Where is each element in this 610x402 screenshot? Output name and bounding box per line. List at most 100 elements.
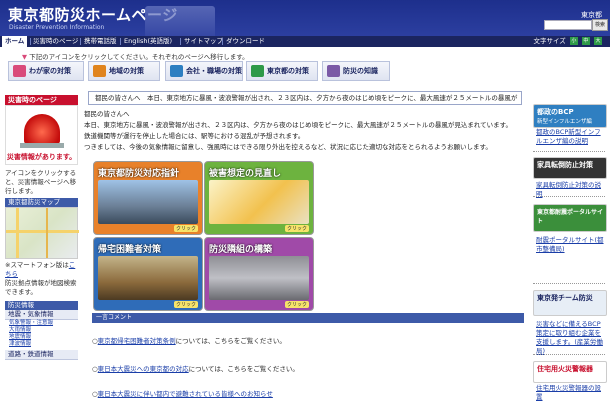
banner-fire-alarm[interactable]: 住宅用火災警報器 xyxy=(533,361,607,383)
font-large-button[interactable]: 大 xyxy=(594,37,602,45)
banner-title: 家具転倒防止対策 xyxy=(537,161,593,169)
search-button[interactable]: 検索 xyxy=(592,19,608,31)
font-medium-button[interactable]: 中 xyxy=(581,37,590,45)
community-icon xyxy=(93,65,106,77)
pointer-icon: ▼ xyxy=(22,53,27,61)
banner-bcp[interactable]: 都政のBCP 新型インフルエンザ編 xyxy=(533,104,607,128)
siren-base xyxy=(20,143,64,148)
font-size-control: 文字サイズ 小 中 大 xyxy=(533,36,602,47)
menu-link[interactable]: 津波情報 xyxy=(5,341,78,348)
nav-home[interactable]: ホーム xyxy=(2,36,28,47)
nav-divider xyxy=(120,38,121,45)
alarm-description: アイコンをクリックすると、災害情報ページへ移行します。 xyxy=(5,169,77,195)
right-divider xyxy=(533,196,605,198)
tile-title: 被害想定の見直し xyxy=(209,169,282,179)
nav-disaster[interactable]: 災害時のページ xyxy=(33,36,78,47)
nav-divider xyxy=(30,38,31,45)
right-divider xyxy=(533,354,605,356)
tab-tokyo-measures[interactable]: 東京都の対策 xyxy=(246,61,318,81)
banner-fire-link[interactable]: 住宅用火災警報器の設置 xyxy=(536,384,606,402)
disaster-map-thumbnail[interactable] xyxy=(5,207,79,259)
tab-office-measures[interactable]: 会社・職場の対策 xyxy=(165,61,243,81)
intro-text: ▼ 下記のアイコンをクリックしてください。それぞれのページへ移行します。 xyxy=(22,53,249,61)
banner-title: 東京都耐震ポータルサイト xyxy=(537,209,604,225)
banner-title: 東京発チーム防災 xyxy=(537,294,593,302)
font-size-label: 文字サイズ xyxy=(533,37,566,45)
comment-link[interactable]: 東日本大震災に伴い都内で避難されている皆様へのお知らせ xyxy=(98,390,273,398)
search-input[interactable] xyxy=(544,20,592,30)
banner-team-bousai[interactable]: 東京発チーム防災 xyxy=(533,290,607,316)
tile-click-label: クリック xyxy=(173,301,198,308)
right-divider xyxy=(533,151,605,153)
announcement-line: 本日、東京地方に暴風・波浪警報が出され、２３区内は、夕方から夜のはじめ頃をピーク… xyxy=(84,121,513,129)
tile-neighborhood-groups[interactable]: 防災隣組の構築 クリック xyxy=(204,237,314,311)
banner-title: 都政のBCP xyxy=(537,108,574,116)
nav-divider xyxy=(222,38,223,45)
alarm-label: 災害情報があります。 xyxy=(6,153,77,161)
site-header: 東京都防災ホームページ Disaster Prevention Informat… xyxy=(0,0,610,36)
info-menu-header: 防災情報 xyxy=(5,301,78,310)
menu-link[interactable]: 大雨情報 xyxy=(5,327,78,334)
site-subtitle: Disaster Prevention Information xyxy=(9,24,105,31)
tab-home-measures[interactable]: わが家の対策 xyxy=(8,61,84,81)
nav-divider xyxy=(180,38,181,45)
announcement-line: つきましては、今後の気象情報に留意し、強風時にはできる限り外出を控えるなど、状況… xyxy=(84,143,492,151)
comment-link[interactable]: 東日本大震災への東京都の対応 xyxy=(98,365,189,373)
header-decoration xyxy=(145,6,215,36)
nav-divider xyxy=(80,38,81,45)
announcement-line: 鉄道機関等が運行を停止した場合には、駅等における混乱が予想されます。 xyxy=(84,132,305,140)
nav-english[interactable]: English(英語版) xyxy=(124,36,172,47)
siren-icon xyxy=(24,114,60,144)
house-icon xyxy=(13,65,26,77)
map-road xyxy=(6,230,79,233)
tile-stranded-commuters[interactable]: 帰宅困難者対策 クリック xyxy=(93,237,203,311)
tab-community-measures[interactable]: 地域の対策 xyxy=(88,61,160,81)
tile-photo xyxy=(98,256,198,300)
banner-title: 住宅用火災警報器 xyxy=(537,365,593,373)
tile-click-label: クリック xyxy=(284,301,309,308)
government-icon xyxy=(251,65,264,77)
tile-click-label: クリック xyxy=(173,225,198,232)
tile-damage-estimate[interactable]: 被害想定の見直し クリック xyxy=(204,161,314,235)
menu-link[interactable]: 地震情報 xyxy=(5,334,78,341)
disaster-page-header: 災害時のページ xyxy=(5,95,78,105)
global-nav: ホーム 災害時のページ 携帯電話版 English(英語版) サイトマップ ダウ… xyxy=(0,36,610,47)
tile-title: 防災隣組の構築 xyxy=(209,245,273,255)
tile-title: 東京都防災対応指針 xyxy=(98,169,180,179)
banner-seismic-portal[interactable]: 東京都耐震ポータルサイト xyxy=(533,204,607,232)
comment-item: ○東日本大震災への東京都の対応については、こちらをご覧ください。 xyxy=(92,365,299,373)
smartphone-note: ※スマートフォン版はこちら 防災拠点情報が地図検索できます。 xyxy=(5,261,77,296)
menu-link[interactable]: 気象警報・注意報 xyxy=(5,320,78,327)
map-road xyxy=(16,208,19,258)
banner-seismic-link[interactable]: 耐震ポータルサイト(都市整備局) xyxy=(536,236,606,254)
map-header: 東京都防災マップ xyxy=(5,198,78,207)
font-small-button[interactable]: 小 xyxy=(569,37,578,45)
tab-knowledge[interactable]: 防災の知識 xyxy=(322,61,390,81)
tile-response-guideline[interactable]: 東京都防災対応指針 クリック xyxy=(93,161,203,235)
announcement: 都民の皆さんへ 本日、東京地方に暴風・波浪警報が出され、２３区内は、夕方から夜の… xyxy=(84,109,524,153)
tile-title: 帰宅困難者対策 xyxy=(98,245,162,255)
nav-sitemap[interactable]: サイトマップ xyxy=(184,36,223,47)
right-divider xyxy=(533,283,605,285)
nav-download[interactable]: ダウンロード xyxy=(226,36,265,47)
tile-photo xyxy=(209,256,309,300)
left-sidebar: 災害時のページ 災害情報があります。 アイコンをクリックすると、災害情報ページへ… xyxy=(5,95,79,360)
tile-illustration xyxy=(209,180,309,224)
nav-mobile[interactable]: 携帯電話版 xyxy=(84,36,117,47)
news-ticker: 都民の皆さんへ 本日、東京地方に暴風・波浪警報が出され、２３区内は、夕方から夜の… xyxy=(88,91,522,105)
menu-earthquake-weather[interactable]: 地震・気象情報 xyxy=(5,310,78,320)
banner-team-link[interactable]: 災害などに備えるBCP策定に取り組む企業を支援します。(産業労働局) xyxy=(536,320,606,356)
tile-click-label: クリック xyxy=(284,225,309,232)
comment-item: ○東日本大震災に伴い都内で避難されている皆様へのお知らせ xyxy=(92,388,273,398)
comment-item: ○東京都帰宅困難者対策条例については、こちらをご覧ください。 xyxy=(92,337,286,345)
comment-link[interactable]: 東京都帰宅困難者対策条例 xyxy=(98,337,176,345)
menu-road-rail[interactable]: 道路・鉄道情報 xyxy=(5,350,78,360)
announcement-line: 都民の皆さんへ xyxy=(84,110,130,118)
banner-bcp-link[interactable]: 都政のBCP新型インフルエンザ編の説明 xyxy=(536,128,606,146)
book-icon xyxy=(327,65,340,77)
banner-subtitle: 新型インフルエンザ編 xyxy=(537,119,592,125)
banner-furniture[interactable]: 家具転倒防止対策 xyxy=(533,157,607,179)
comment-header: 一言コメント xyxy=(92,313,524,323)
office-icon xyxy=(170,65,183,77)
disaster-alarm-button[interactable]: 災害情報があります。 xyxy=(5,105,78,165)
